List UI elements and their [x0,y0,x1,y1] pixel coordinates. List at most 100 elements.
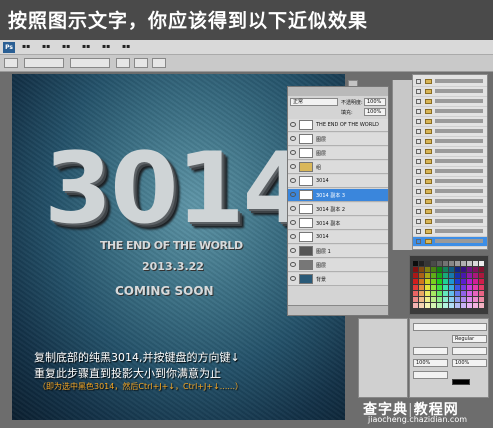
color-swatch[interactable] [413,291,418,296]
color-swatch[interactable] [437,261,442,266]
color-swatch[interactable] [413,273,418,278]
checkbox-icon[interactable] [416,129,421,134]
color-swatch[interactable] [437,285,442,290]
color-swatch[interactable] [419,297,424,302]
color-swatch[interactable] [479,261,484,266]
action-row[interactable] [413,157,487,167]
color-swatch[interactable] [449,297,454,302]
color-swatch[interactable] [479,291,484,296]
checkbox-icon[interactable] [416,89,421,94]
eye-icon[interactable] [290,220,296,225]
color-swatch[interactable] [443,261,448,266]
tool-preset-button[interactable] [4,58,18,68]
color-swatch[interactable] [455,279,460,284]
action-row[interactable] [413,127,487,137]
action-row[interactable] [413,177,487,187]
color-swatch[interactable] [479,267,484,272]
menu-item[interactable]: ▪▪ [122,43,130,50]
eye-icon[interactable] [290,122,296,127]
menu-item[interactable]: ▪▪ [62,43,70,50]
color-swatch[interactable] [461,261,466,266]
baseline-field[interactable] [413,371,448,379]
color-swatch[interactable] [443,279,448,284]
color-swatch[interactable] [443,285,448,290]
color-swatch[interactable] [419,273,424,278]
eye-icon[interactable] [290,192,296,197]
color-swatch[interactable] [473,285,478,290]
eye-icon[interactable] [290,178,296,183]
color-swatch[interactable] [443,297,448,302]
action-row[interactable] [413,227,487,237]
checkbox-icon[interactable] [416,229,421,234]
eye-icon[interactable] [290,262,296,267]
color-swatch[interactable] [455,273,460,278]
color-swatch[interactable] [449,267,454,272]
color-swatch[interactable] [443,303,448,308]
color-swatch[interactable] [437,291,442,296]
checkbox-icon[interactable] [416,179,421,184]
color-swatch[interactable] [419,279,424,284]
opacity-field[interactable]: 100% [364,98,386,106]
action-row[interactable] [413,197,487,207]
checkbox-icon[interactable] [416,209,421,214]
color-swatch[interactable] [425,291,430,296]
layer-row-selected[interactable]: 3014 副本 3 [288,189,388,202]
color-swatch[interactable] [425,303,430,308]
color-swatch[interactable] [473,297,478,302]
action-row[interactable] [413,117,487,127]
color-swatch[interactable] [437,303,442,308]
action-row[interactable] [413,167,487,177]
color-swatch[interactable] [419,267,424,272]
checkbox-icon[interactable] [416,99,421,104]
color-swatch[interactable] [467,273,472,278]
color-swatch[interactable] [437,297,442,302]
color-swatch[interactable] [425,285,430,290]
color-swatch[interactable] [455,297,460,302]
font-style-select[interactable]: Regular [452,335,487,343]
checkbox-icon[interactable] [416,169,421,174]
color-swatch[interactable] [449,279,454,284]
checkbox-icon[interactable] [416,139,421,144]
eye-icon[interactable] [290,164,296,169]
action-row[interactable] [413,87,487,97]
color-swatch[interactable] [413,267,418,272]
leading-field[interactable] [452,347,487,355]
photoshop-logo-icon[interactable]: Ps [3,42,15,53]
color-swatch[interactable] [419,285,424,290]
fill-field[interactable]: 100% [364,108,386,116]
checkbox-icon[interactable] [416,159,421,164]
color-swatch[interactable] [473,303,478,308]
eye-icon[interactable] [290,248,296,253]
color-swatch[interactable] [413,285,418,290]
color-swatch[interactable] [473,261,478,266]
blend-mode-select[interactable]: 正常 [290,98,338,106]
color-swatch[interactable] [431,303,436,308]
checkbox-icon[interactable] [416,79,421,84]
color-swatch[interactable] [413,297,418,302]
font-family-select[interactable] [413,323,487,331]
color-swatch[interactable] [455,303,460,308]
color-swatch[interactable] [461,291,466,296]
color-swatch[interactable] [413,303,418,308]
color-swatch[interactable] [461,297,466,302]
color-swatch[interactable] [467,267,472,272]
color-swatch[interactable] [419,291,424,296]
panel-icon-strip[interactable] [392,80,412,250]
layer-row[interactable]: 3014 副本 2 [288,203,388,216]
horizontal-scale-field[interactable]: 100% [452,359,487,367]
color-swatch[interactable] [473,267,478,272]
color-swatch[interactable] [449,303,454,308]
color-swatch[interactable] [467,297,472,302]
color-swatch[interactable] [431,273,436,278]
checkbox-icon[interactable] [416,119,421,124]
color-swatch[interactable] [461,279,466,284]
eye-icon[interactable] [290,276,296,281]
action-row[interactable] [413,107,487,117]
text-color-swatch[interactable] [452,379,470,385]
option-field[interactable] [70,58,110,68]
font-size-field[interactable] [413,347,448,355]
color-swatch[interactable] [425,297,430,302]
color-swatch[interactable] [437,279,442,284]
color-swatch[interactable] [473,291,478,296]
color-swatch[interactable] [479,273,484,278]
